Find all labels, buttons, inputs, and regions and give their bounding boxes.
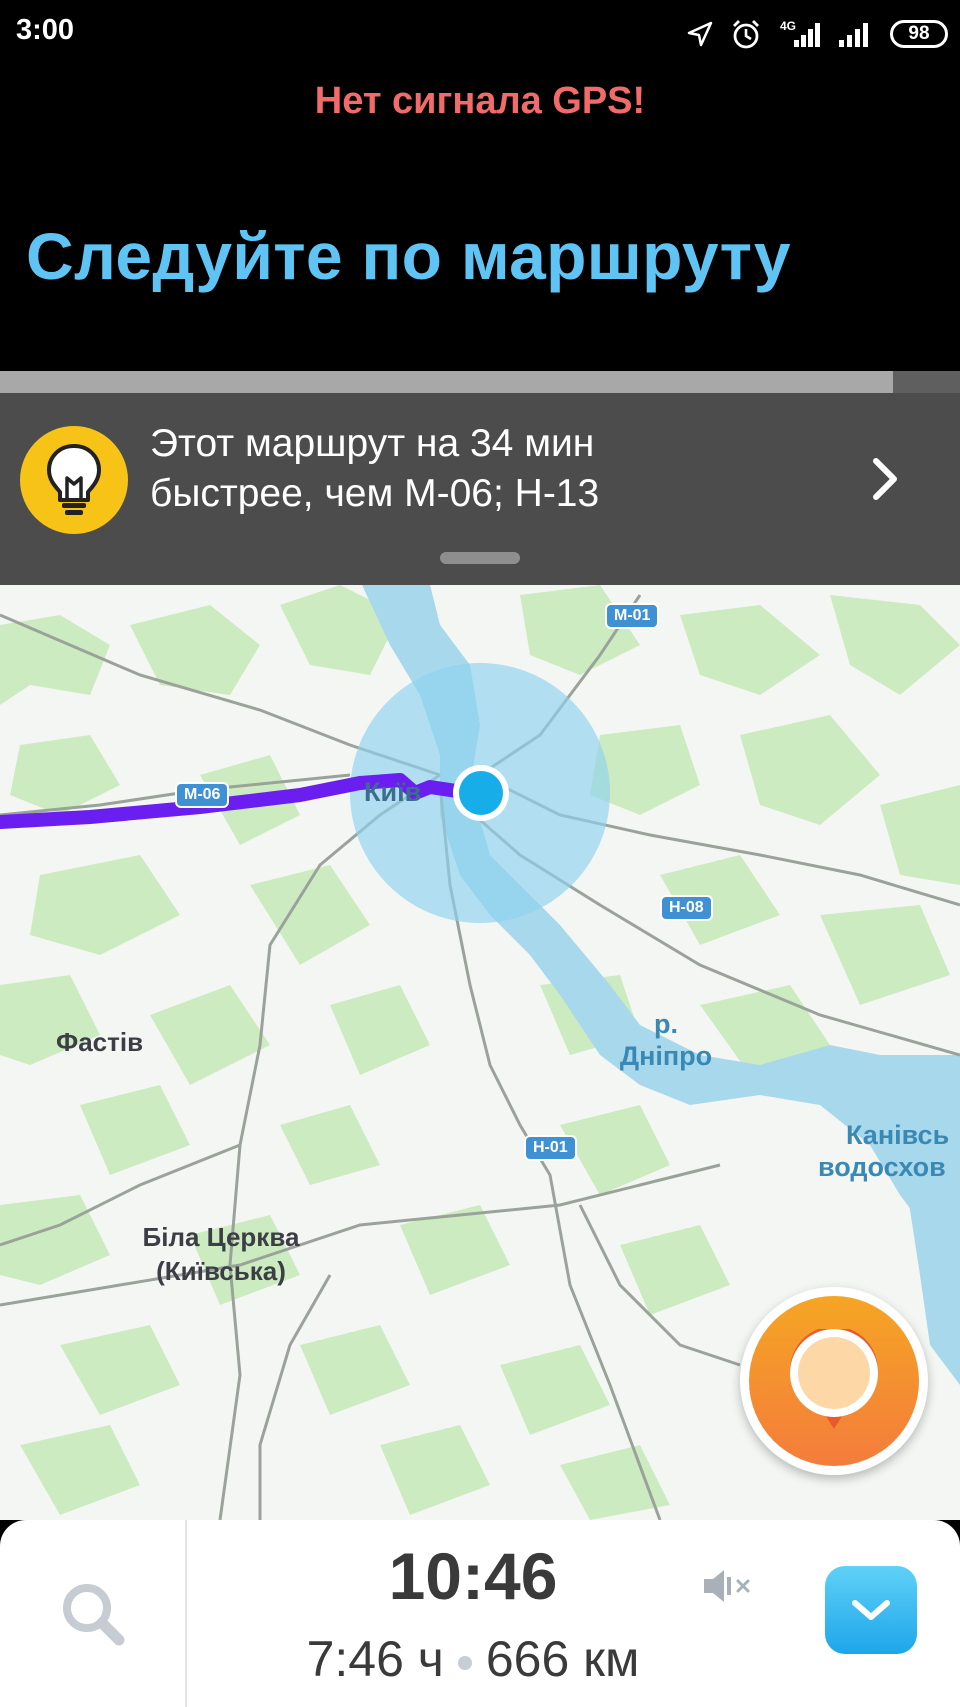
water-label-kaniv-line1: Канівсь — [846, 1120, 950, 1150]
search-button[interactable] — [0, 1520, 185, 1707]
city-label-fastiv: Фастів — [56, 1027, 144, 1057]
report-button[interactable] — [740, 1287, 928, 1475]
status-time: 3:00 — [16, 14, 75, 46]
road-label-m01: M-01 — [605, 603, 660, 629]
tip-text: Этот маршрут на 34 мин быстрее, чем М-06… — [150, 419, 710, 519]
report-pin-icon — [790, 1329, 878, 1429]
bottom-bar: 10:46 7:46 ч 666 км — [0, 1520, 960, 1707]
city-label-bila-tserkva-line2: (Київська) — [156, 1256, 286, 1286]
water-label-kaniv: Канівсь водосхов — [818, 1119, 960, 1183]
road-label-m06: M-06 — [175, 782, 230, 808]
drag-handle[interactable] — [440, 552, 520, 564]
status-bar: 3:00 4G 98 — [0, 0, 960, 66]
status-icons: 4G 98 — [686, 14, 948, 54]
water-label-kaniv-line2: водосхов — [818, 1152, 946, 1182]
sound-muted-icon[interactable] — [700, 1566, 756, 1606]
lightbulb-icon — [20, 426, 128, 534]
current-location-dot — [459, 771, 503, 815]
arrival-time[interactable]: 10:46 — [186, 1538, 760, 1614]
city-label-bila-tserkva: Біла Церква (Київська) — [118, 1220, 324, 1288]
water-label-dnipro-line2: Дніпро — [619, 1041, 713, 1071]
tip-line-2: быстрее, чем М-06; Н-13 — [150, 472, 600, 515]
gps-warning: Нет сигнала GPS! — [314, 80, 646, 122]
chevron-down-icon — [852, 1600, 890, 1620]
separator-dot — [457, 1655, 472, 1670]
tip-line-1: Этот маршрут на 34 мин — [150, 422, 595, 465]
water-label-dnipro-line1: р. — [654, 1009, 678, 1039]
water-label-dnipro: р. Дніпро — [606, 1008, 726, 1072]
city-label-bila-tserkva-line1: Біла Церква — [142, 1222, 300, 1252]
report-button-inner — [749, 1296, 919, 1466]
road-label-h01: H-01 — [524, 1135, 577, 1161]
search-icon — [62, 1583, 124, 1645]
expand-menu-button[interactable] — [825, 1566, 917, 1654]
route-progress-bar — [0, 371, 960, 393]
signal-4g-icon: 4G — [780, 19, 820, 47]
road-label-h08: H-08 — [660, 895, 713, 921]
location-arrow-icon — [687, 21, 713, 47]
svg-text:4G: 4G — [780, 19, 796, 33]
signal-icon — [839, 23, 868, 47]
city-label-kyiv: Київ — [364, 777, 422, 807]
route-tip-card[interactable]: Этот маршрут на 34 мин быстрее, чем М-06… — [0, 393, 960, 585]
trip-info[interactable]: 7:46 ч 666 км — [186, 1630, 760, 1688]
trip-distance: 666 км — [485, 1631, 640, 1687]
route-progress-fill — [0, 371, 893, 393]
chevron-right-icon[interactable] — [868, 455, 902, 503]
trip-duration: 7:46 ч — [306, 1631, 444, 1687]
turn-instruction: Следуйте по маршруту — [26, 219, 791, 293]
battery-level: 98 — [908, 23, 930, 44]
navigation-header: Нет сигнала GPS! Следуйте по маршруту — [0, 66, 960, 371]
battery-icon: 98 — [890, 20, 948, 48]
alarm-icon — [733, 20, 759, 49]
